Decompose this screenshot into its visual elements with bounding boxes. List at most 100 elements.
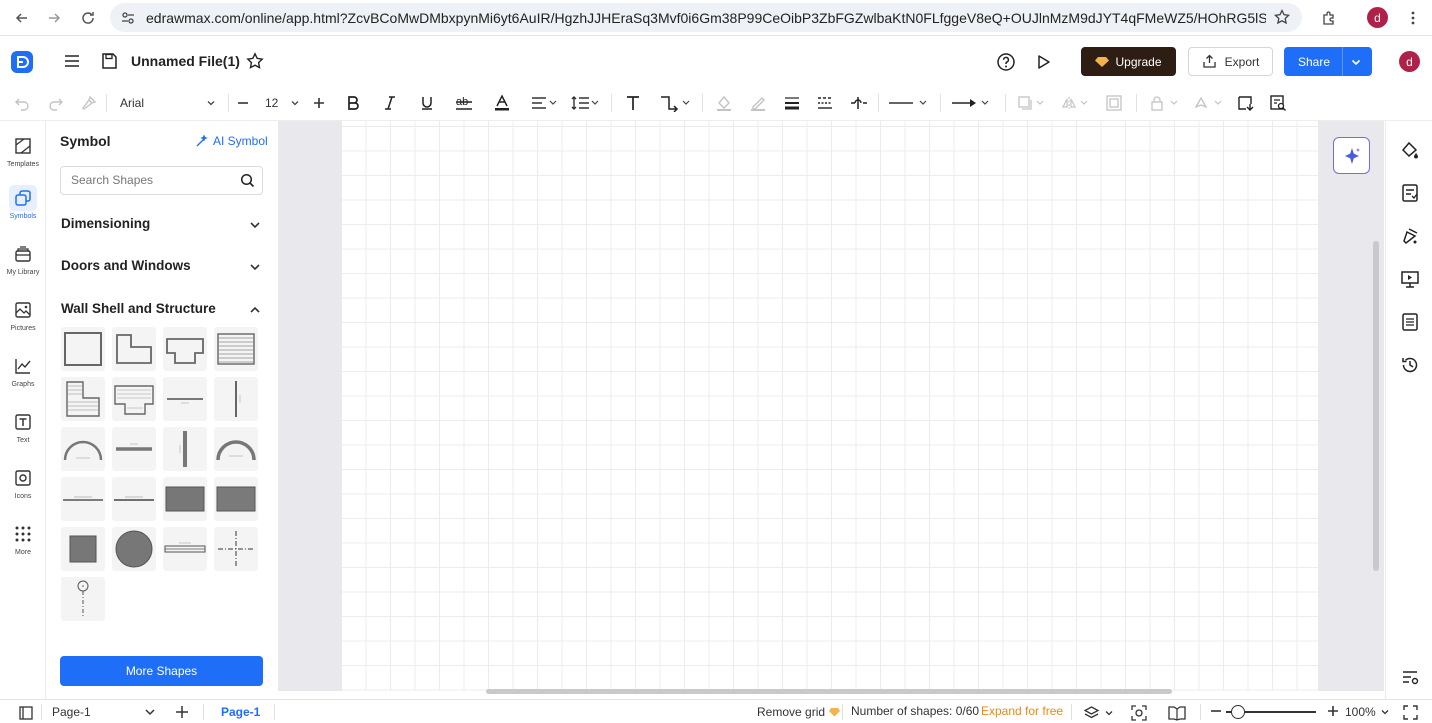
category-wall-shell-and-structure[interactable]: Wall Shell and Structure bbox=[61, 301, 261, 321]
italic-icon[interactable] bbox=[380, 93, 400, 113]
shape-dimension-wall[interactable] bbox=[61, 477, 105, 521]
shape-thick-wall-vertical[interactable] bbox=[163, 427, 207, 471]
share-dropdown-chevron-icon[interactable] bbox=[1350, 56, 1362, 68]
page-selector[interactable]: Page-1 bbox=[52, 705, 157, 719]
line-weight-icon[interactable] bbox=[782, 93, 802, 113]
zoom-in-icon[interactable] bbox=[1327, 705, 1339, 717]
format-panel-icon[interactable] bbox=[1398, 181, 1422, 205]
browser-profile-avatar[interactable]: d bbox=[1367, 7, 1388, 28]
rail-item-graphs[interactable]: Graphs bbox=[0, 353, 46, 401]
layers-button[interactable] bbox=[1083, 705, 1114, 721]
share-button[interactable]: Share bbox=[1284, 47, 1372, 76]
underline-icon[interactable] bbox=[417, 93, 437, 113]
site-settings-icon[interactable] bbox=[120, 10, 136, 26]
rail-item-icons[interactable]: Icons bbox=[0, 465, 46, 513]
search-icon[interactable] bbox=[240, 173, 255, 188]
rail-item-text[interactable]: Text bbox=[0, 409, 46, 457]
shape-grid-line-cross[interactable] bbox=[214, 527, 258, 571]
arrow-style-select[interactable] bbox=[950, 93, 994, 113]
shape-room-l-shaped[interactable] bbox=[112, 327, 156, 371]
crop-icon[interactable] bbox=[1104, 93, 1124, 113]
remove-grid-button[interactable]: Remove grid bbox=[757, 705, 841, 719]
horizontal-scrollbar[interactable] bbox=[486, 689, 1172, 694]
shape-thick-curved-wall[interactable] bbox=[214, 427, 258, 471]
decrease-font-size-icon[interactable] bbox=[235, 93, 251, 113]
edrawmax-logo-icon[interactable] bbox=[10, 50, 34, 74]
forward-icon[interactable] bbox=[42, 6, 66, 30]
rail-item-symbols[interactable]: Symbols bbox=[0, 185, 46, 233]
line-spacing-icon[interactable] bbox=[569, 93, 601, 113]
shape-thick-wall-horizontal[interactable] bbox=[112, 427, 156, 471]
increase-font-size-icon[interactable] bbox=[311, 93, 327, 113]
history-panel-icon[interactable] bbox=[1398, 353, 1422, 377]
shape-grid-bubble[interactable] bbox=[61, 577, 105, 621]
ai-symbol-button[interactable]: AI Symbol bbox=[195, 134, 268, 148]
help-icon[interactable] bbox=[995, 51, 1016, 72]
user-avatar[interactable]: d bbox=[1399, 51, 1420, 72]
shape-hatched-l-room[interactable] bbox=[61, 377, 105, 421]
font-family-select[interactable]: Arial bbox=[114, 92, 222, 114]
shape-wall-horizontal[interactable] bbox=[163, 377, 207, 421]
upgrade-button[interactable]: Upgrade bbox=[1081, 47, 1176, 76]
vertical-scrollbar[interactable] bbox=[1373, 241, 1379, 571]
extensions-icon[interactable] bbox=[1317, 6, 1341, 30]
page-layout-icon[interactable] bbox=[18, 705, 34, 721]
font-size-select[interactable]: 12 bbox=[262, 92, 304, 114]
add-page-icon[interactable] bbox=[175, 705, 189, 719]
focus-mode-icon[interactable] bbox=[1131, 705, 1147, 721]
text-align-icon[interactable] bbox=[529, 93, 559, 113]
book-view-icon[interactable] bbox=[1168, 705, 1186, 721]
shape-round-column[interactable] bbox=[112, 527, 156, 571]
back-icon[interactable] bbox=[10, 6, 34, 30]
rail-item-templates[interactable]: Templates bbox=[0, 133, 46, 181]
line-color-icon[interactable] bbox=[748, 93, 768, 113]
shape-beam[interactable] bbox=[163, 527, 207, 571]
search-input[interactable] bbox=[71, 173, 231, 187]
redo-icon[interactable] bbox=[46, 93, 66, 113]
more-shapes-button[interactable]: More Shapes bbox=[60, 656, 263, 686]
reload-icon[interactable] bbox=[76, 6, 100, 30]
lock-icon[interactable] bbox=[1149, 93, 1181, 113]
connector-icon[interactable] bbox=[657, 93, 691, 113]
format-painter-icon[interactable] bbox=[79, 93, 99, 113]
shape-curved-wall[interactable] bbox=[61, 427, 105, 471]
page-tab-active[interactable]: Page-1 bbox=[221, 705, 260, 719]
category-dimensioning[interactable]: Dimensioning bbox=[61, 216, 261, 236]
fullscreen-icon[interactable] bbox=[1403, 705, 1418, 720]
drawing-page-grid[interactable] bbox=[342, 121, 1318, 691]
presentation-panel-icon[interactable] bbox=[1398, 267, 1422, 291]
line-style-select[interactable] bbox=[887, 93, 931, 113]
bookmark-star-icon[interactable] bbox=[1274, 9, 1290, 25]
save-icon[interactable] bbox=[99, 51, 119, 71]
strikethrough-icon[interactable]: ab bbox=[453, 93, 475, 113]
shape-hatched-t-room[interactable] bbox=[112, 377, 156, 421]
rail-item-my-library[interactable]: My Library bbox=[0, 241, 46, 289]
shape-wall-hatched-room[interactable] bbox=[214, 327, 258, 371]
shape-solid-block-2[interactable] bbox=[214, 477, 258, 521]
flip-icon[interactable] bbox=[1061, 93, 1091, 113]
browser-menu-icon[interactable] bbox=[1401, 6, 1425, 30]
undo-icon[interactable] bbox=[12, 93, 32, 113]
zoom-level-select[interactable]: 100% bbox=[1345, 705, 1390, 719]
shape-solid-block[interactable] bbox=[163, 477, 207, 521]
fill-color-icon[interactable] bbox=[714, 93, 734, 113]
text-tool-icon[interactable] bbox=[623, 93, 643, 113]
hamburger-menu-icon[interactable] bbox=[62, 51, 82, 71]
bold-icon[interactable] bbox=[343, 93, 363, 113]
page-setup-panel-icon[interactable] bbox=[1398, 310, 1422, 334]
category-doors-and-windows[interactable]: Doors and Windows bbox=[61, 258, 261, 278]
ai-assistant-button[interactable] bbox=[1333, 137, 1370, 174]
find-replace-icon[interactable] bbox=[1268, 93, 1288, 113]
expand-for-free-link[interactable]: Expand for free bbox=[981, 704, 1063, 718]
shape-square-column[interactable] bbox=[61, 527, 105, 571]
font-color-icon[interactable] bbox=[491, 93, 513, 113]
favorite-star-icon[interactable] bbox=[245, 51, 265, 71]
canvas-area[interactable] bbox=[278, 121, 1384, 694]
present-play-icon[interactable] bbox=[1032, 51, 1053, 72]
panel-settings-icon[interactable] bbox=[1398, 665, 1422, 689]
export-button[interactable]: Export bbox=[1188, 47, 1273, 76]
zoom-out-icon[interactable] bbox=[1210, 705, 1222, 717]
line-dash-icon[interactable] bbox=[815, 93, 835, 113]
line-jump-icon[interactable] bbox=[848, 93, 870, 113]
file-name[interactable]: Unnamed File(1) bbox=[131, 53, 240, 69]
